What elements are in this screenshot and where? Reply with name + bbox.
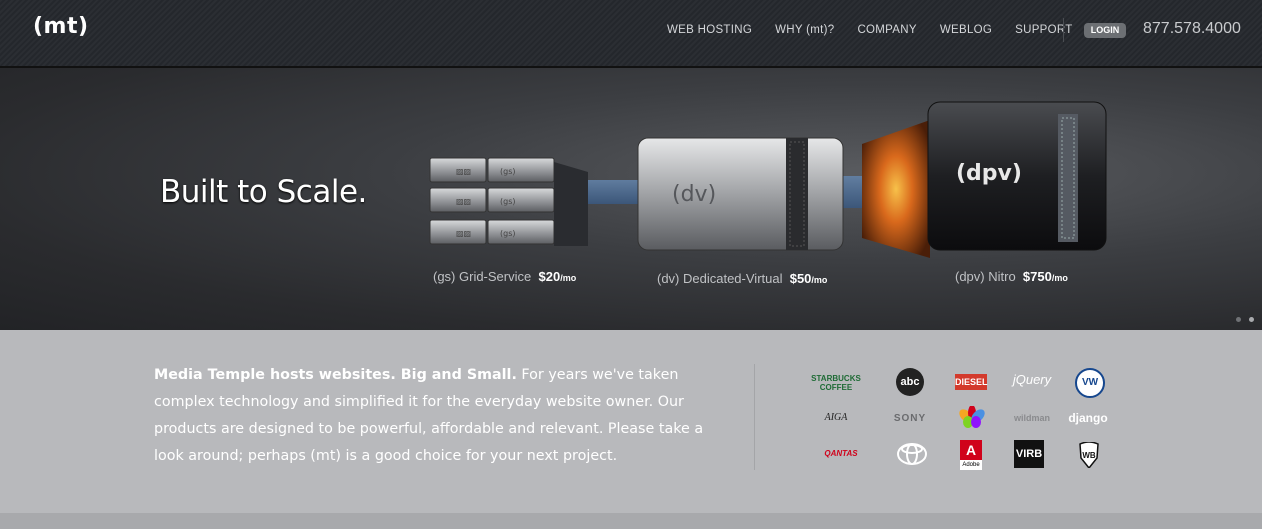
toyota-logo [896, 442, 928, 466]
aiga-logo: AIGA [824, 412, 848, 423]
adobe-logo: A Adobe [960, 440, 982, 470]
gs-price: $20 [538, 269, 561, 284]
virb-logo: VIRB [1014, 440, 1044, 468]
gs-unit: /mo [560, 273, 577, 283]
dv-server: (dv) [637, 137, 844, 251]
gs-name: (gs) Grid-Service [433, 269, 532, 284]
login-button[interactable]: LOGIN [1084, 23, 1126, 38]
nav-why-mt[interactable]: WHY (mt)? [775, 24, 834, 36]
slide-dot-1[interactable] [1236, 317, 1241, 322]
vw-logo: VW [1075, 368, 1105, 398]
jquery-logo: jQuery [1012, 372, 1052, 387]
dv-name: (dv) Dedicated-Virtual [657, 271, 783, 286]
slide-dot-2[interactable] [1249, 317, 1254, 322]
gs-servers: ▨▨ (gs) ▨▨ (gs) ▨▨ (gs) [429, 157, 588, 246]
svg-text:▨▨: ▨▨ [456, 229, 471, 238]
qantas-logo: QANTAS [824, 449, 858, 458]
intro-lead: Media Temple hosts websites. Big and Sma… [154, 367, 517, 383]
dpv-name: (dpv) Nitro [955, 269, 1016, 284]
dv-caption[interactable]: (dv) Dedicated-Virtual $50/mo [657, 271, 827, 286]
django-logo: django [1068, 411, 1108, 425]
dpv-unit: /mo [1051, 273, 1068, 283]
server-illustration: ▨▨ (gs) ▨▨ (gs) ▨▨ (gs) (dv) (dpv) [429, 101, 1107, 258]
dv-unit: /mo [811, 275, 828, 285]
nav-support[interactable]: SUPPORT [1015, 24, 1072, 36]
sony-logo: SONY [893, 413, 927, 424]
nav-divider [1063, 18, 1064, 42]
phone-number: 877.578.4000 [1143, 20, 1241, 37]
svg-text:▨▨: ▨▨ [456, 167, 471, 176]
svg-text:(dpv): (dpv) [956, 161, 1022, 186]
client-logos: STARBUCKS COFFEE abc DIESEL jQuery VW AI… [800, 368, 1120, 478]
mt-logo[interactable]: (mt) [33, 14, 89, 39]
svg-text:(gs): (gs) [500, 197, 516, 206]
dv-price: $50 [789, 271, 812, 286]
nbc-logo [958, 405, 986, 428]
svg-text:(gs): (gs) [500, 229, 516, 238]
starbucks-logo: STARBUCKS COFFEE [811, 374, 861, 392]
section-divider [754, 364, 755, 470]
dpv-server: (dpv) [862, 101, 1107, 258]
hero-banner[interactable]: Built to Scale. ▨▨ (gs) ▨▨ (gs) ▨▨ (gs) … [0, 68, 1262, 330]
nav-web-hosting[interactable]: WEB HOSTING [667, 24, 752, 36]
main-nav: WEB HOSTING WHY (mt)? COMPANY WEBLOG SUP… [667, 24, 1096, 36]
wb-logo: WB [1078, 441, 1100, 470]
svg-text:(gs): (gs) [500, 167, 516, 176]
site-header: (mt) WEB HOSTING WHY (mt)? COMPANY WEBLO… [0, 0, 1262, 68]
nav-company[interactable]: COMPANY [857, 24, 916, 36]
intro-text: Media Temple hosts websites. Big and Sma… [154, 362, 714, 470]
wildman-logo: wildman [1013, 413, 1050, 423]
diesel-logo: DIESEL [955, 374, 988, 390]
abc-logo: abc [896, 368, 924, 396]
dpv-caption[interactable]: (dpv) Nitro $750/mo [955, 269, 1068, 284]
svg-text:WB: WB [1082, 451, 1096, 460]
dpv-price: $750 [1022, 269, 1052, 284]
footer-bar [0, 513, 1262, 529]
slide-dots [1236, 317, 1254, 322]
svg-text:▨▨: ▨▨ [456, 197, 471, 206]
svg-text:(dv): (dv) [672, 182, 716, 207]
intro-section: Media Temple hosts websites. Big and Sma… [0, 330, 1262, 513]
gs-caption[interactable]: (gs) Grid-Service $20/mo [433, 269, 576, 284]
nav-weblog[interactable]: WEBLOG [940, 24, 992, 36]
